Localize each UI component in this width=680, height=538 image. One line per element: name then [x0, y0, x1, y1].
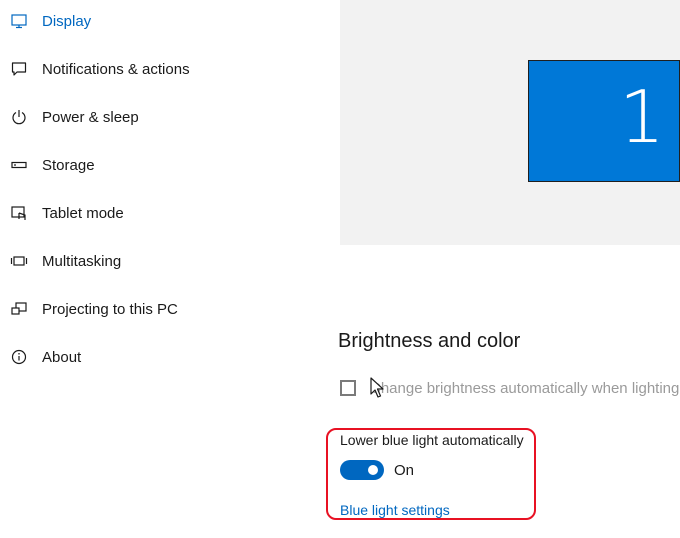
tablet-mode-icon — [10, 204, 28, 222]
auto-brightness-label: Change brightness automatically when lig… — [370, 380, 680, 397]
monitor-icon — [10, 12, 28, 30]
info-icon — [10, 348, 28, 366]
speech-bubble-icon — [10, 60, 28, 78]
sidebar-item-label: Power & sleep — [42, 108, 139, 126]
sidebar-item-storage[interactable]: Storage — [0, 145, 280, 185]
sidebar-item-label: About — [42, 348, 82, 366]
blue-light-label: Lower blue light automatically — [340, 432, 524, 448]
sidebar-item-label: Storage — [42, 156, 95, 174]
toggle-knob — [368, 465, 378, 475]
auto-brightness-row: Change brightness automatically when lig… — [338, 378, 680, 402]
sidebar-item-display[interactable]: Display — [0, 1, 280, 41]
sidebar-item-multitasking[interactable]: Multitasking — [0, 241, 280, 281]
blue-light-settings-link[interactable]: Blue light settings — [340, 502, 450, 518]
auto-brightness-checkbox[interactable] — [340, 380, 356, 396]
sidebar-item-label: Notifications & actions — [42, 60, 190, 78]
storage-icon — [10, 156, 28, 174]
monitor-number: 1 — [619, 75, 665, 159]
monitor-tile-1[interactable]: 1 — [528, 60, 680, 182]
sidebar-item-tablet-mode[interactable]: Tablet mode — [0, 193, 280, 233]
settings-page: Display Notifications & actions Power & … — [0, 0, 680, 538]
projecting-icon — [10, 300, 28, 318]
multitasking-icon — [10, 252, 28, 270]
display-arrangement-preview: 1 — [340, 0, 680, 245]
sidebar-item-power-sleep[interactable]: Power & sleep — [0, 97, 280, 137]
blue-light-toggle[interactable] — [340, 460, 384, 480]
toggle-state-text: On — [394, 462, 415, 479]
sidebar-item-label: Tablet mode — [42, 204, 124, 222]
sidebar-item-label: Multitasking — [42, 252, 122, 270]
sidebar-item-label: Projecting to this PC — [42, 300, 178, 318]
sidebar-item-projecting[interactable]: Projecting to this PC — [0, 289, 280, 329]
mouse-cursor-icon — [370, 377, 384, 404]
sidebar-item-about[interactable]: About — [0, 337, 280, 377]
power-icon — [10, 108, 28, 126]
sidebar-item-label: Display — [42, 12, 92, 30]
sidebar-item-notifications[interactable]: Notifications & actions — [0, 49, 280, 89]
section-heading-brightness: Brightness and color — [338, 330, 521, 352]
